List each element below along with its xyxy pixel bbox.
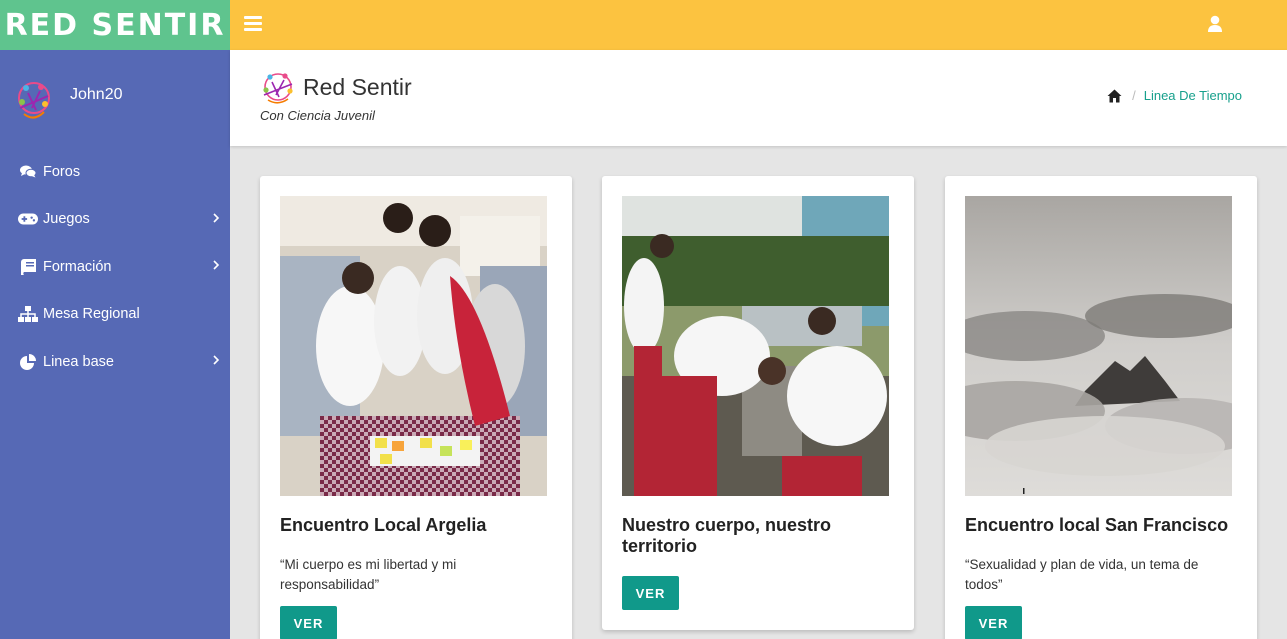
students-outdoor-activity-photo xyxy=(622,196,889,496)
timeline-card: Encuentro local San Francisco “Sexualida… xyxy=(945,176,1257,639)
sidebar-item-formacion[interactable]: Formación xyxy=(0,243,230,291)
user-icon[interactable] xyxy=(1208,15,1222,33)
students-working-at-table-photo xyxy=(280,196,547,496)
timeline-card: Encuentro Local Argelia “Mi cuerpo es mi… xyxy=(260,176,572,639)
ver-button[interactable]: VER xyxy=(622,576,679,610)
chevron-right-icon xyxy=(213,355,220,365)
sidebar: John20 Foros Juegos Formación Mesa Regio… xyxy=(0,50,230,639)
sidebar-item-label: Linea base xyxy=(43,353,114,370)
site-logo: Red Sentir xyxy=(259,70,412,104)
avatar xyxy=(18,82,50,119)
sidebar-menu: Foros Juegos Formación Mesa Regional Lin… xyxy=(0,148,230,386)
pie-chart-icon xyxy=(18,353,38,370)
brand-name: RED SENTIR xyxy=(4,7,226,43)
chevron-right-icon xyxy=(213,212,220,223)
bars-icon[interactable] xyxy=(244,16,262,32)
user-name[interactable]: John20 xyxy=(70,86,123,104)
content-header: Red Sentir Con Ciencia Juvenil / Linea D… xyxy=(230,50,1287,146)
sidebar-item-label: Formación xyxy=(43,258,112,275)
sidebar-item-mesa-regional[interactable]: Mesa Regional xyxy=(0,291,230,339)
sidebar-item-label: Mesa Regional xyxy=(43,306,140,323)
breadcrumb-separator: / xyxy=(1132,88,1136,103)
home-icon[interactable] xyxy=(1107,89,1122,103)
gamepad-icon xyxy=(18,211,38,227)
top-navbar xyxy=(230,0,1287,50)
sitemap-icon xyxy=(18,306,38,323)
card-description: “Mi cuerpo es mi libertad y mi responsab… xyxy=(280,557,457,592)
sidebar-item-label: Foros xyxy=(43,163,81,180)
brand-logo[interactable]: RED SENTIR xyxy=(0,0,230,50)
sidebar-item-foros[interactable]: Foros xyxy=(0,148,230,196)
card-title: Encuentro local San Francisco xyxy=(965,515,1229,535)
ver-button[interactable]: VER xyxy=(280,606,337,639)
breadcrumb-current[interactable]: Linea De Tiempo xyxy=(1144,88,1242,103)
card-title: Nuestro cuerpo, nuestro territorio xyxy=(622,515,832,556)
book-icon xyxy=(18,258,38,275)
sidebar-item-juegos[interactable]: Juegos xyxy=(0,196,230,244)
card-title: Encuentro Local Argelia xyxy=(280,515,487,535)
sidebar-item-label: Juegos xyxy=(43,211,90,228)
card-description: “Sexualidad y plan de vida, un tema de t… xyxy=(965,557,1199,592)
page-tagline: Con Ciencia Juvenil xyxy=(260,108,375,123)
chevron-right-icon xyxy=(213,260,220,270)
comments-icon xyxy=(18,164,38,180)
page-title: Red Sentir xyxy=(303,73,412,100)
red-sentir-logo-icon xyxy=(263,73,293,104)
user-panel: John20 xyxy=(14,78,123,122)
breadcrumb: / Linea De Tiempo xyxy=(1107,88,1242,103)
timeline-card: Nuestro cuerpo, nuestro territorio VER xyxy=(602,176,914,630)
misty-mountain-photo xyxy=(965,196,1232,496)
sidebar-item-linea-base[interactable]: Linea base xyxy=(0,338,230,386)
ver-button[interactable]: VER xyxy=(965,606,1022,639)
